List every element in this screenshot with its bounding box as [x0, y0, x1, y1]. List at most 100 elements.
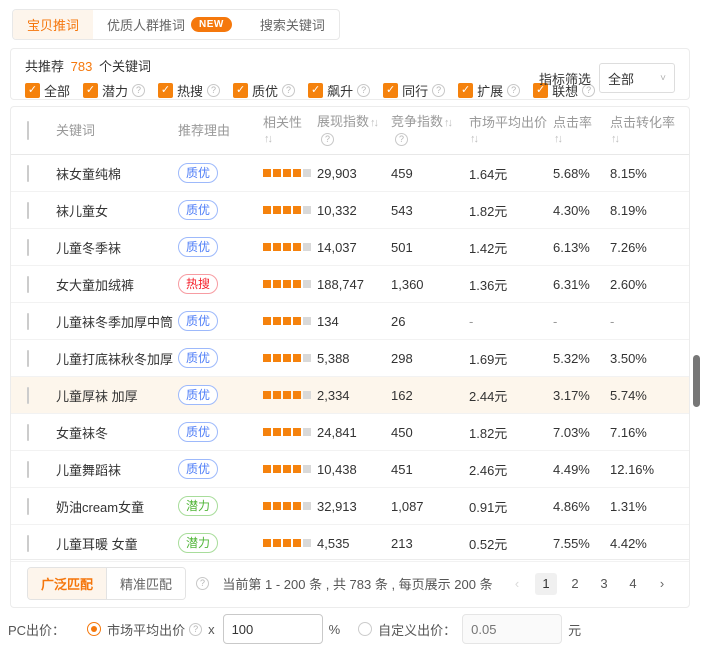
help-icon[interactable]: ? — [132, 84, 145, 97]
impressions-cell: 188,747 — [317, 277, 391, 292]
checkbox-checked-icon[interactable]: ✓ — [83, 83, 98, 98]
help-icon[interactable]: ? — [357, 84, 370, 97]
filter-option-4[interactable]: ✓质优? — [233, 81, 295, 100]
relevance-bar-segment — [303, 206, 311, 214]
checkbox-checked-icon[interactable]: ✓ — [25, 83, 40, 98]
row-checkbox[interactable] — [27, 239, 29, 256]
column-header-8[interactable]: 点击转化率↑↓ — [610, 115, 689, 147]
bid-percent-input[interactable] — [223, 614, 323, 644]
row-checkbox[interactable] — [27, 165, 29, 182]
column-header-3[interactable]: 相关性↑↓ — [263, 115, 317, 147]
relevance-bar-segment — [293, 280, 301, 288]
row-checkbox[interactable] — [27, 387, 29, 404]
page-number-1[interactable]: 1 — [535, 573, 557, 595]
table-row[interactable]: 袜儿童女质优10,3325431.82元4.30%8.19% — [11, 192, 689, 229]
market-bid-help-icon[interactable]: ? — [189, 623, 202, 636]
page-number-4[interactable]: 4 — [622, 573, 644, 595]
row-checkbox[interactable] — [27, 461, 29, 478]
help-icon[interactable]: ? — [207, 84, 220, 97]
cvr-cell: 3.50% — [610, 351, 689, 366]
checkbox-checked-icon[interactable]: ✓ — [233, 83, 248, 98]
relevance-bar-segment — [273, 206, 281, 214]
market-bid-radio[interactable] — [87, 622, 101, 636]
table-row[interactable]: 奶油cream女童潜力32,9131,0870.91元4.86%1.31% — [11, 488, 689, 525]
table-row[interactable]: 儿童厚袜 加厚质优2,3341622.44元3.17%5.74% — [11, 377, 689, 414]
column-header-6[interactable]: 市场平均出价↑↓ — [469, 115, 553, 147]
custom-bid-input[interactable] — [462, 614, 562, 644]
row-checkbox-cell — [11, 425, 56, 440]
filter-option-6[interactable]: ✓同行? — [383, 81, 445, 100]
match-mode-help-icon[interactable]: ? — [196, 577, 209, 590]
impressions-cell: 10,332 — [317, 203, 391, 218]
avg-bid-cell: 1.82元 — [469, 201, 553, 220]
tab-1[interactable]: 宝贝推词 — [13, 10, 93, 39]
row-checkbox-cell — [11, 203, 56, 218]
metric-filter-select[interactable]: 全部 ˅ — [599, 63, 675, 93]
table-row[interactable]: 女童袜冬质优24,8414501.82元7.03%7.16% — [11, 414, 689, 451]
relevance-bar-segment — [263, 502, 271, 510]
row-checkbox[interactable] — [27, 276, 29, 293]
row-checkbox[interactable] — [27, 535, 29, 552]
table-header-row: 关键词推荐理由相关性↑↓展现指数↑↓?竞争指数↑↓?市场平均出价↑↓点击率↑↓点… — [11, 107, 689, 155]
help-icon[interactable]: ? — [321, 133, 334, 146]
pagination: ‹1234› — [506, 573, 673, 595]
tab-2[interactable]: 优质人群推词NEW — [93, 10, 246, 39]
cvr-cell: 5.74% — [610, 388, 689, 403]
relevance-bar-segment — [273, 428, 281, 436]
help-icon[interactable]: ? — [432, 84, 445, 97]
column-header-7[interactable]: 点击率 ↑↓ — [553, 115, 610, 147]
table-row[interactable]: 儿童冬季袜质优14,0375011.42元6.13%7.26% — [11, 229, 689, 266]
sort-icon[interactable]: ↑↓ — [470, 133, 477, 145]
table-row[interactable]: 女大童加绒裤热搜188,7471,3601.36元6.31%2.60% — [11, 266, 689, 303]
cvr-cell: 7.16% — [610, 425, 689, 440]
column-header-5[interactable]: 竞争指数↑↓? — [391, 114, 469, 147]
page-number-2[interactable]: 2 — [564, 573, 586, 595]
avg-bid-cell: 1.36元 — [469, 275, 553, 294]
help-icon[interactable]: ? — [395, 133, 408, 146]
table-row[interactable]: 儿童袜冬季加厚中筒质优13426--- — [11, 303, 689, 340]
match-mode-1[interactable]: 广泛匹配 — [28, 568, 106, 599]
table-row[interactable]: 袜女童纯棉质优29,9034591.64元5.68%8.15% — [11, 155, 689, 192]
help-icon[interactable]: ? — [507, 84, 520, 97]
select-all-checkbox[interactable] — [27, 121, 29, 140]
column-label-text: 点击率 — [553, 115, 592, 130]
keyword-tool-panel: 宝贝推词优质人群推词NEW搜索关键词 共推荐 783 个关键词 ✓全部✓潜力?✓… — [0, 0, 701, 645]
scrollbar-thumb[interactable] — [693, 355, 700, 407]
help-icon[interactable]: ? — [282, 84, 295, 97]
row-checkbox[interactable] — [27, 424, 29, 441]
custom-bid-radio[interactable] — [358, 622, 372, 636]
sort-icon[interactable]: ↑↓ — [611, 133, 618, 145]
relevance-bars — [263, 206, 317, 214]
filter-option-3[interactable]: ✓热搜? — [158, 81, 220, 100]
sort-icon[interactable]: ↑↓ — [370, 117, 377, 129]
relevance-bar-segment — [273, 280, 281, 288]
checkbox-checked-icon[interactable]: ✓ — [458, 83, 473, 98]
reason-tag: 潜力 — [178, 496, 218, 516]
tab-3[interactable]: 搜索关键词 — [246, 10, 339, 39]
row-checkbox[interactable] — [27, 350, 29, 367]
checkbox-checked-icon[interactable]: ✓ — [383, 83, 398, 98]
next-page-arrow[interactable]: › — [651, 573, 673, 595]
row-checkbox[interactable] — [27, 202, 29, 219]
match-mode-2[interactable]: 精准匹配 — [106, 568, 185, 599]
column-label: 点击率 — [553, 115, 610, 131]
filter-option-5[interactable]: ✓飙升? — [308, 81, 370, 100]
relevance-bar-segment — [283, 354, 291, 362]
row-checkbox[interactable] — [27, 498, 29, 515]
filter-option-2[interactable]: ✓潜力? — [83, 81, 145, 100]
table-row[interactable]: 儿童耳暖 女童潜力4,5352130.52元7.55%4.42% — [11, 525, 689, 562]
row-checkbox[interactable] — [27, 313, 29, 330]
table-row[interactable]: 儿童舞蹈袜质优10,4384512.46元4.49%12.16% — [11, 451, 689, 488]
checkbox-checked-icon[interactable]: ✓ — [158, 83, 173, 98]
checkbox-checked-icon[interactable]: ✓ — [308, 83, 323, 98]
page-number-3[interactable]: 3 — [593, 573, 615, 595]
sort-icon[interactable]: ↑↓ — [444, 117, 451, 129]
filter-option-7[interactable]: ✓扩展? — [458, 81, 520, 100]
sort-icon[interactable]: ↑↓ — [554, 133, 561, 145]
filter-option-1[interactable]: ✓全部 — [25, 81, 70, 100]
table-row[interactable]: 儿童打底袜秋冬加厚质优5,3882981.69元5.32%3.50% — [11, 340, 689, 377]
relevance-bar-segment — [293, 391, 301, 399]
relevance-bar-segment — [273, 465, 281, 473]
column-header-4[interactable]: 展现指数↑↓? — [317, 114, 391, 147]
sort-icon[interactable]: ↑↓ — [264, 133, 271, 145]
